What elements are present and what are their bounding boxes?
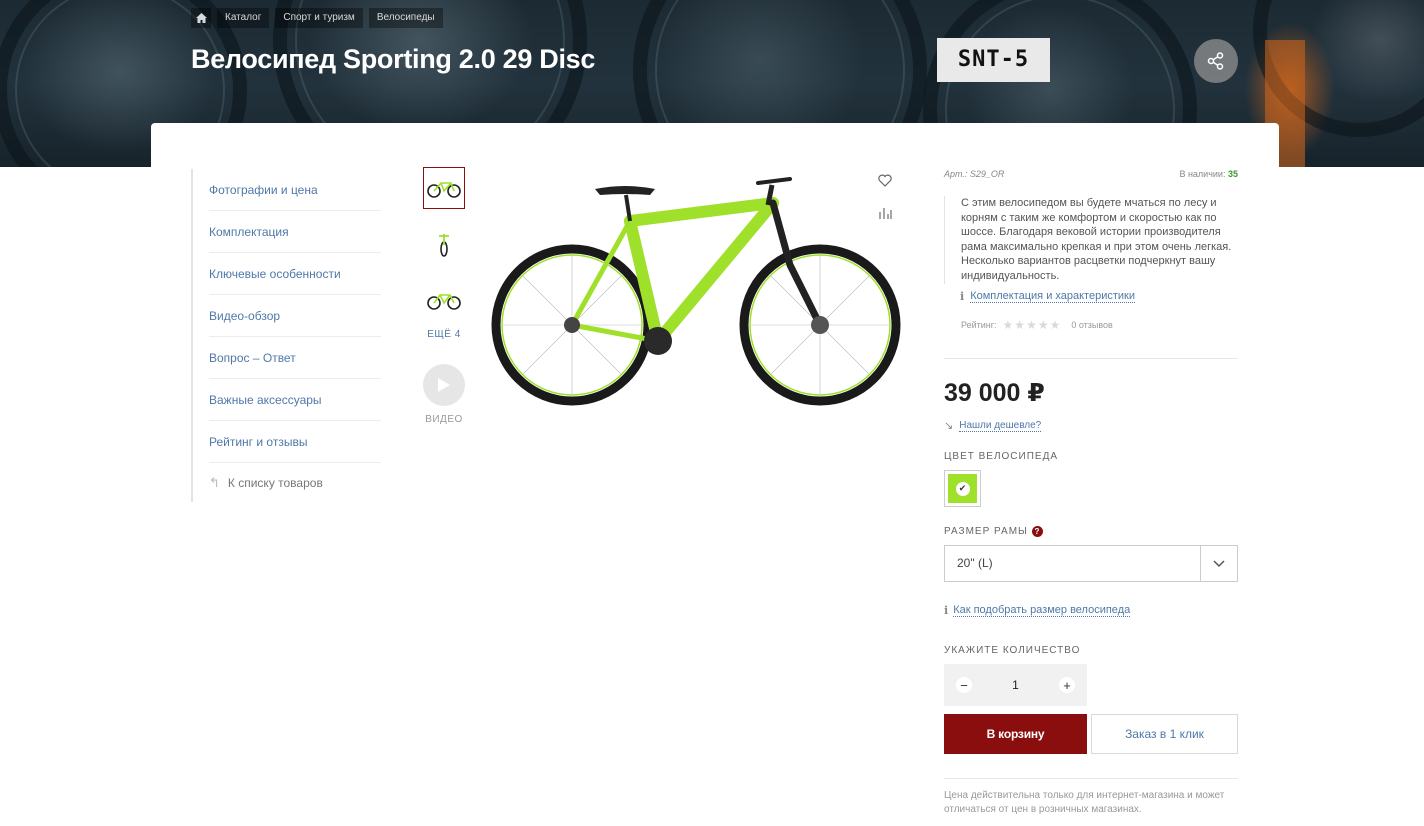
breadcrumb-bikes[interactable]: Велосипеды <box>368 8 443 28</box>
nav-equipment[interactable]: Комплектация <box>209 211 381 253</box>
breadcrumb: Каталог Спорт и туризм Велосипеды <box>191 8 443 28</box>
home-icon[interactable] <box>191 8 211 28</box>
dropdown-toggle[interactable] <box>1200 546 1237 581</box>
product-sidenav: Фотографии и цена Комплектация Ключевые … <box>191 169 381 502</box>
stock-count: 35 <box>1227 169 1238 179</box>
breadcrumb-catalog[interactable]: Каталог <box>217 8 270 28</box>
back-to-list-link[interactable]: ↰ К списку товаров <box>209 463 381 503</box>
frame-size-label-row: РАЗМЕР РАМЫ? <box>944 526 1043 537</box>
decrease-button[interactable]: − <box>956 677 972 693</box>
more-photos-link[interactable]: ЕЩЁ 4 <box>423 329 465 340</box>
page-title: Велосипед Sporting 2.0 29 Disc <box>191 44 596 74</box>
quantity-value[interactable]: 1 <box>1012 678 1019 692</box>
frame-size-select[interactable]: 20" (L) <box>944 545 1238 582</box>
back-to-list-label: К списку товаров <box>227 476 323 490</box>
nav-photos-price[interactable]: Фотографии и цена <box>209 169 381 211</box>
rating-label: Рейтинг: <box>961 320 997 330</box>
bike-front-thumbnail-image <box>439 234 449 257</box>
trend-down-icon: ↘ <box>944 420 954 432</box>
size-guide-label: Как подобрать размер велосипеда <box>953 604 1131 617</box>
nav-key-features[interactable]: Ключевые особенности <box>209 253 381 295</box>
bike-thumbnail-image <box>427 182 461 198</box>
video-play-button[interactable] <box>423 364 465 406</box>
divider <box>944 358 1238 359</box>
specs-link[interactable]: i Комплектация и характеристики <box>960 290 1135 303</box>
thumbnail-3[interactable] <box>423 279 465 321</box>
bike-side-thumbnail-image <box>427 294 461 310</box>
breadcrumb-sport[interactable]: Спорт и туризм <box>275 8 363 28</box>
quantity-label: УКАЖИТЕ КОЛИЧЕСТВО <box>944 645 1081 656</box>
heart-icon <box>878 174 892 187</box>
one-click-order-button[interactable]: Заказ в 1 клик <box>1091 714 1238 754</box>
found-cheaper-link[interactable]: ↘ Нашли дешевле? <box>944 419 1042 432</box>
play-icon <box>438 378 450 392</box>
found-cheaper-label: Нашли дешевле? <box>959 419 1042 432</box>
stock-label: В наличии: <box>1179 169 1226 179</box>
share-icon <box>1207 52 1224 70</box>
color-swatch-fill: ✔ <box>948 474 977 503</box>
brand-logo[interactable]: SNT-5 <box>937 38 1050 82</box>
video-label: ВИДЕО <box>425 414 463 425</box>
increase-button[interactable]: + <box>1059 677 1075 693</box>
back-arrow-icon: ↰ <box>209 475 220 490</box>
nav-faq[interactable]: Вопрос – Ответ <box>209 337 381 379</box>
product-main-image[interactable] <box>490 165 902 415</box>
color-swatch-green[interactable]: ✔ <box>944 470 981 507</box>
divider <box>944 778 1238 779</box>
stock-status: В наличии: 35 <box>1179 169 1238 179</box>
frame-size-value: 20" (L) <box>957 556 993 570</box>
product-description: С этим велосипедом вы будете мчаться по … <box>944 196 1238 284</box>
color-label: ЦВЕТ ВЕЛОСИПЕДА <box>944 451 1059 462</box>
thumbnail-2[interactable] <box>423 223 465 265</box>
share-button[interactable] <box>1194 39 1238 83</box>
rating: Рейтинг: ★★★★★ 0 отзывов <box>961 318 1113 332</box>
price-note: Цена действительна только для интернет-м… <box>944 790 1225 815</box>
compare-button[interactable] <box>878 206 892 225</box>
info-icon: i <box>944 604 949 617</box>
thumbnail-1[interactable] <box>423 167 465 209</box>
article-number: Арт.: S29_OR <box>944 169 1005 179</box>
nav-reviews[interactable]: Рейтинг и отзывы <box>209 421 381 463</box>
rating-stars[interactable]: ★★★★★ <box>1003 318 1062 332</box>
frame-size-label: РАЗМЕР РАМЫ <box>944 526 1028 538</box>
compare-chart-icon <box>879 208 892 219</box>
info-icon: i <box>960 290 965 303</box>
size-guide-link[interactable]: i Как подобрать размер велосипеда <box>944 604 1131 617</box>
check-icon: ✔ <box>955 481 970 496</box>
price: 39 000 ₽ <box>944 379 1045 407</box>
gallery-thumbnails: ЕЩЁ 4 ВИДЕО <box>423 167 465 425</box>
nav-video-review[interactable]: Видео-обзор <box>209 295 381 337</box>
specs-link-label: Комплектация и характеристики <box>970 290 1135 303</box>
quantity-stepper: − 1 + <box>944 664 1087 706</box>
add-to-cart-button[interactable]: В корзину <box>944 714 1087 754</box>
chevron-down-icon <box>1213 559 1225 567</box>
help-icon[interactable]: ? <box>1031 526 1043 537</box>
nav-accessories[interactable]: Важные аксессуары <box>209 379 381 421</box>
favorite-button[interactable] <box>878 174 892 192</box>
reviews-count[interactable]: 0 отзывов <box>1071 320 1113 330</box>
